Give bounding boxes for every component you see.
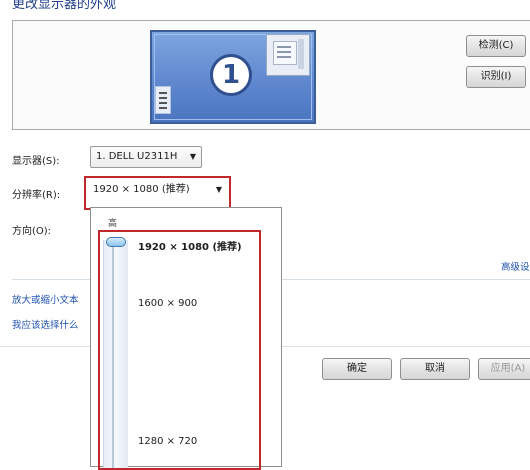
slider-highlight	[98, 230, 261, 470]
chevron-down-icon: ▼	[215, 185, 222, 194]
detect-button[interactable]: 检测(C)	[466, 35, 526, 57]
enlarge-text-link[interactable]: 放大或缩小文本	[12, 292, 79, 306]
identify-button[interactable]: 识别(I)	[466, 66, 526, 88]
resolution-select[interactable]: 1920 × 1080 (推荐) ▼	[88, 180, 227, 202]
page-title: 更改显示器的外观	[12, 0, 117, 12]
monitor-1-icon: 1	[210, 54, 252, 96]
apply-button[interactable]: 应用(A)	[478, 358, 530, 380]
slider-high-label: 高	[108, 219, 118, 229]
resolution-select-value: 1920 × 1080 (推荐)	[93, 184, 190, 195]
resolution-label: 分辨率(R):	[12, 190, 61, 201]
display-select-value: 1. DELL U2311H	[96, 151, 178, 162]
monitor-stand	[298, 39, 304, 69]
orientation-label: 方向(O):	[12, 226, 52, 237]
desktop-thumbnail-icon	[155, 86, 171, 114]
resolution-option[interactable]: 1280 × 720	[138, 436, 197, 447]
display-label: 显示器(S):	[12, 156, 60, 167]
cancel-button[interactable]: 取消	[400, 358, 470, 380]
chevron-down-icon: ▼	[189, 152, 196, 161]
monitor-2-icon[interactable]	[266, 34, 310, 76]
resolution-option[interactable]: 1600 × 900	[138, 298, 197, 309]
resolution-option[interactable]: 1920 × 1080 (推荐)	[138, 238, 242, 253]
display-select[interactable]: 1. DELL U2311H ▼	[90, 146, 202, 168]
window-thumbnail-icon	[273, 41, 297, 65]
monitor-number: 1	[221, 60, 241, 90]
ok-button[interactable]: 确定	[322, 358, 392, 380]
advanced-settings-link[interactable]: 高级设	[501, 259, 530, 273]
display-help-link[interactable]: 我应该选择什么	[12, 317, 79, 331]
